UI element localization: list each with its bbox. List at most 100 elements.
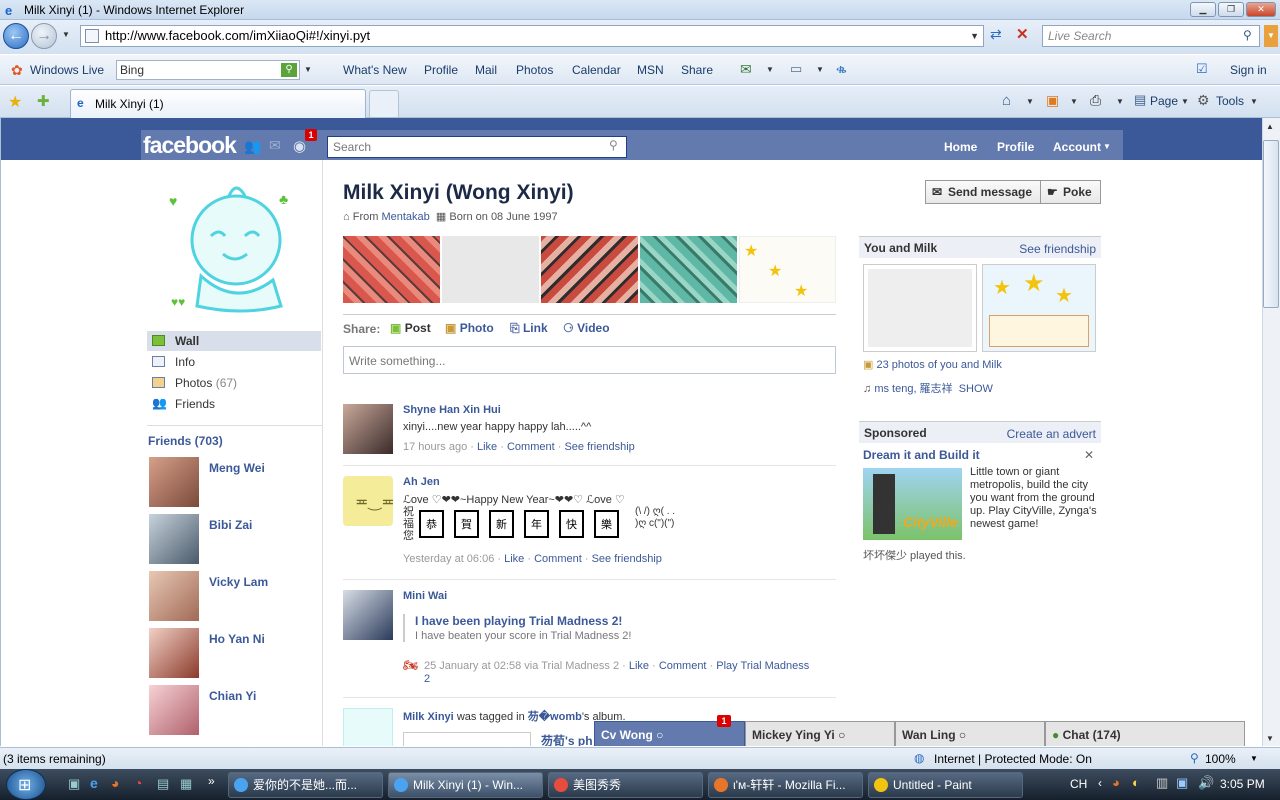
tray-volume-icon[interactable]: 🔊: [1198, 775, 1214, 791]
share-link[interactable]: ⎘ Link: [510, 321, 548, 336]
tagged-owner[interactable]: 芴�womb: [528, 711, 582, 723]
sign-in-link[interactable]: Sign in: [1230, 63, 1267, 77]
scroll-down-icon[interactable]: ▼: [1266, 734, 1274, 743]
toolbar-profile[interactable]: Profile: [424, 63, 458, 77]
tray-expand-icon[interactable]: ‹: [1098, 776, 1102, 790]
chat-online-button[interactable]: ● Chat (174): [1045, 721, 1245, 746]
photo-strip-item[interactable]: [343, 236, 440, 303]
print-icon[interactable]: ⎙: [1090, 92, 1101, 109]
tray-monitor-icon[interactable]: ▣: [1176, 775, 1188, 791]
window-icon[interactable]: ▭: [790, 61, 802, 77]
like-link[interactable]: Like: [504, 553, 524, 565]
music-show-link[interactable]: SHOW: [959, 383, 993, 395]
post-author[interactable]: Shyne Han Xin Hui: [403, 404, 501, 416]
window-dropdown-icon[interactable]: ▼: [816, 65, 824, 74]
security-zone[interactable]: Internet | Protected Mode: On: [934, 752, 1092, 766]
minimize-button[interactable]: ▁: [1190, 2, 1216, 17]
photo-strip-item[interactable]: ★ ★ ★: [739, 236, 836, 303]
comment-link[interactable]: Comment: [534, 553, 582, 565]
post-author[interactable]: Ah Jen: [403, 476, 440, 488]
fb-logo[interactable]: facebook: [143, 132, 237, 159]
messenger-dropdown-icon[interactable]: ▼: [766, 65, 774, 74]
feeds-dropdown-icon[interactable]: ▼: [1070, 97, 1078, 106]
quicklaunch-ie-icon[interactable]: e: [90, 775, 98, 791]
see-friendship-link[interactable]: See friendship: [564, 441, 634, 453]
tray-app-icon[interactable]: ◕: [1112, 775, 1120, 790]
back-button[interactable]: ←: [3, 23, 29, 49]
leftnav-info[interactable]: Info: [147, 352, 321, 372]
chat-tab-wan-ling[interactable]: Wan Ling ○: [895, 721, 1045, 746]
translate-icon[interactable]: ቈ: [836, 61, 847, 77]
bing-search-input[interactable]: Bing: [116, 60, 300, 80]
comment-link[interactable]: Comment: [659, 660, 707, 672]
tray-network-icon[interactable]: ▥: [1156, 775, 1168, 791]
live-search-input[interactable]: Live Search: [1042, 25, 1260, 47]
ad-image[interactable]: CityVille: [863, 468, 962, 540]
friend-item[interactable]: Ho Yan Ni: [149, 628, 319, 682]
language-indicator[interactable]: CH: [1070, 777, 1087, 791]
print-dropdown-icon[interactable]: ▼: [1116, 97, 1124, 106]
share-post[interactable]: ▣ Post: [390, 321, 431, 335]
profile-picture[interactable]: ♥ ♣ ♥♥: [161, 176, 301, 318]
close-button[interactable]: ✕: [1246, 2, 1276, 17]
close-ad-icon[interactable]: ✕: [1084, 448, 1094, 462]
taskbar-item-active[interactable]: Milk Xinyi (1) - Win...: [388, 772, 543, 798]
post-avatar[interactable]: ≖‿≖: [343, 476, 395, 526]
tools-menu[interactable]: Tools: [1216, 94, 1244, 108]
share-video[interactable]: ⚆ Video: [563, 321, 610, 335]
share-photo[interactable]: ▣ Photo: [445, 321, 494, 335]
zoom-level[interactable]: 100%: [1205, 752, 1236, 766]
leftnav-wall[interactable]: Wall: [147, 331, 321, 351]
forward-button[interactable]: →: [31, 23, 57, 49]
page-dropdown-icon[interactable]: ▼: [1181, 97, 1189, 106]
photos-of-link[interactable]: ▣ 23 photos of you and Milk: [863, 358, 1002, 371]
toolbar-share[interactable]: Share: [681, 63, 713, 77]
leftnav-photos[interactable]: Photos (67): [147, 373, 321, 393]
history-dropdown-icon[interactable]: ▼: [62, 30, 70, 39]
tagged-photo[interactable]: [403, 732, 531, 746]
ad-title[interactable]: Dream it and Build it: [863, 448, 980, 462]
friend-item[interactable]: Chian Yi: [149, 685, 319, 739]
photo-strip-item[interactable]: [541, 236, 638, 303]
page-menu[interactable]: Page: [1150, 94, 1178, 108]
feeds-icon[interactable]: ▣: [1046, 92, 1059, 109]
like-link[interactable]: Like: [477, 441, 497, 453]
post-avatar[interactable]: [343, 404, 393, 454]
toolbar-calendar[interactable]: Calendar: [572, 63, 621, 77]
fb-nav-profile[interactable]: Profile: [997, 140, 1034, 154]
music-artists[interactable]: ms teng, 羅志祥: [874, 383, 952, 395]
home-dropdown-icon[interactable]: ▼: [1026, 97, 1034, 106]
friend-item[interactable]: Vicky Lam: [149, 571, 319, 625]
refresh-icon[interactable]: ⇄: [990, 26, 1002, 43]
start-button[interactable]: ⊞: [6, 769, 46, 800]
tray-app2-icon[interactable]: ◐: [1132, 775, 1140, 790]
leftnav-friends[interactable]: 👥 Friends: [147, 394, 321, 414]
hometown-link[interactable]: Mentakab: [381, 211, 429, 223]
fb-search-input[interactable]: Search: [327, 136, 627, 158]
scrollbar-thumb[interactable]: [1263, 140, 1279, 308]
clock[interactable]: 3:05 PM: [1220, 777, 1265, 791]
poke-button[interactable]: ☛ Poke: [1040, 180, 1101, 204]
create-advert-link[interactable]: Create an advert: [1007, 427, 1096, 441]
taskbar-item[interactable]: ι'м-轩轩 - Mozilla Fi...: [708, 772, 863, 798]
account-dropdown-icon[interactable]: ▼: [1103, 142, 1111, 151]
messages-icon[interactable]: ✉: [269, 137, 281, 154]
friend-item[interactable]: Bibi Zai: [149, 514, 319, 568]
photo-strip-item[interactable]: [640, 236, 737, 303]
taskbar-item[interactable]: 美图秀秀: [548, 772, 703, 798]
post-avatar[interactable]: [343, 708, 393, 746]
messenger-icon[interactable]: ✉: [740, 61, 752, 78]
taskbar-item[interactable]: Untitled - Paint: [868, 772, 1023, 798]
toolbar-whats-new[interactable]: What's New: [343, 63, 407, 77]
post-author[interactable]: Mini Wai: [403, 590, 447, 602]
see-friendship-header-link[interactable]: See friendship: [1019, 242, 1096, 256]
stop-icon[interactable]: ✕: [1016, 25, 1029, 43]
bing-search-icon[interactable]: ⚲: [281, 63, 297, 77]
add-favorites-icon[interactable]: ✚: [37, 92, 50, 110]
fb-nav-home[interactable]: Home: [944, 140, 977, 154]
new-tab-button[interactable]: [369, 90, 399, 117]
composer-input[interactable]: Write something...: [343, 346, 836, 374]
zoom-dropdown-icon[interactable]: ▼: [1250, 754, 1258, 763]
fb-search-icon[interactable]: ⚲: [609, 138, 618, 152]
friend-requests-icon[interactable]: 👥: [244, 138, 261, 155]
